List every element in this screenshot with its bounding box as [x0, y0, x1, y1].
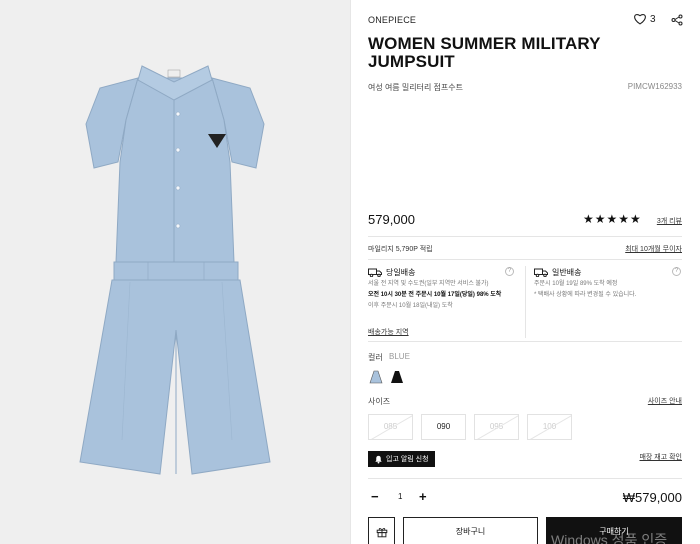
- divider: [368, 259, 682, 260]
- heart-icon: [634, 14, 646, 25]
- shipping-note: 서울 전 지역 및 수도권(일부 지역만 서비스 불가): [368, 281, 489, 287]
- like-button[interactable]: 3: [633, 13, 656, 25]
- product-price: 579,000: [368, 212, 415, 227]
- color-label: 컬러: [368, 353, 383, 362]
- size-label: 사이즈: [368, 397, 391, 406]
- rating-stars: ★★★★★: [583, 212, 642, 226]
- info-icon[interactable]: ?: [672, 267, 681, 276]
- store-stock-link[interactable]: 매장 재고 확인: [639, 452, 682, 462]
- shipping-area-link[interactable]: 배송가능 지역: [368, 327, 409, 337]
- total-price: ₩579,000: [622, 490, 682, 505]
- regular-label: 일반배송: [552, 268, 582, 277]
- add-to-cart-button[interactable]: 장바구니: [403, 517, 538, 544]
- color-swatch-blue[interactable]: [368, 369, 384, 385]
- installment-link[interactable]: 최대 10개월 무이자: [625, 244, 682, 254]
- size-option-100[interactable]: 100: [527, 414, 572, 440]
- size-option-085[interactable]: 085: [368, 414, 413, 440]
- product-image: [79, 65, 271, 475]
- bell-icon: [375, 455, 382, 464]
- share-button[interactable]: [671, 13, 683, 31]
- reviews-link[interactable]: 3개 리뷰: [657, 216, 682, 226]
- product-code: PIMCW162933: [627, 82, 682, 91]
- divider: [368, 341, 682, 342]
- restock-label: 입고 알림 신청: [386, 456, 429, 463]
- divider: [368, 236, 682, 237]
- same-day-shipping: 당일배송 서울 전 지역 및 수도권(일부 지역만 서비스 불가) 오전 10시…: [368, 267, 518, 311]
- size-option-090[interactable]: 090: [421, 414, 466, 440]
- windows-activation-watermark: Windows 정품 인증: [551, 532, 668, 544]
- quantity-value[interactable]: 1: [398, 492, 402, 501]
- shipping-note: 이후 주문시 10월 18일(내일) 도착: [368, 303, 453, 309]
- brand-category[interactable]: ONEPIECE: [368, 15, 416, 25]
- info-icon[interactable]: ?: [505, 267, 514, 276]
- share-icon: [671, 14, 683, 26]
- shipping-note: * 택배사 상황에 따라 변경될 수 있습니다.: [534, 292, 637, 298]
- restock-alert-button[interactable]: 입고 알림 신청: [368, 451, 435, 467]
- gift-button[interactable]: [368, 517, 395, 544]
- selected-color: BLUE: [389, 352, 410, 361]
- shipping-eta: 오전 10시 30분 전 주문시 10월 17일(당일) 98% 도착: [368, 292, 502, 298]
- divider: [368, 478, 682, 479]
- color-swatch-black[interactable]: [389, 369, 405, 385]
- product-title: WOMEN SUMMER MILITARY JUMPSUIT: [368, 34, 601, 71]
- like-count: 3: [650, 13, 656, 25]
- quantity-increase-button[interactable]: +: [419, 489, 427, 504]
- product-korean-name: 여성 여름 밀리터리 점프수트: [368, 83, 463, 92]
- mileage-text: 마일리지 5,790P 적립: [368, 246, 433, 253]
- truck-icon: [534, 268, 548, 277]
- regular-shipping: 일반배송 주문시 10월 19일 89% 도착 예정 * 택배사 상황에 따라 …: [534, 267, 684, 300]
- truck-icon: [368, 268, 382, 277]
- size-option-095[interactable]: 095: [474, 414, 519, 440]
- divider: [525, 266, 526, 338]
- product-info-panel: ONEPIECE 3 WOMEN SUMMER MILITARY JUMPSUI…: [351, 0, 700, 544]
- same-day-label: 당일배송: [386, 268, 416, 277]
- gift-icon: [376, 527, 387, 538]
- quantity-decrease-button[interactable]: −: [371, 489, 379, 504]
- product-image-panel: [0, 0, 350, 544]
- size-guide-link[interactable]: 사이즈 안내: [648, 396, 682, 406]
- shipping-eta: 주문시 10월 19일 89% 도착 예정: [534, 281, 618, 287]
